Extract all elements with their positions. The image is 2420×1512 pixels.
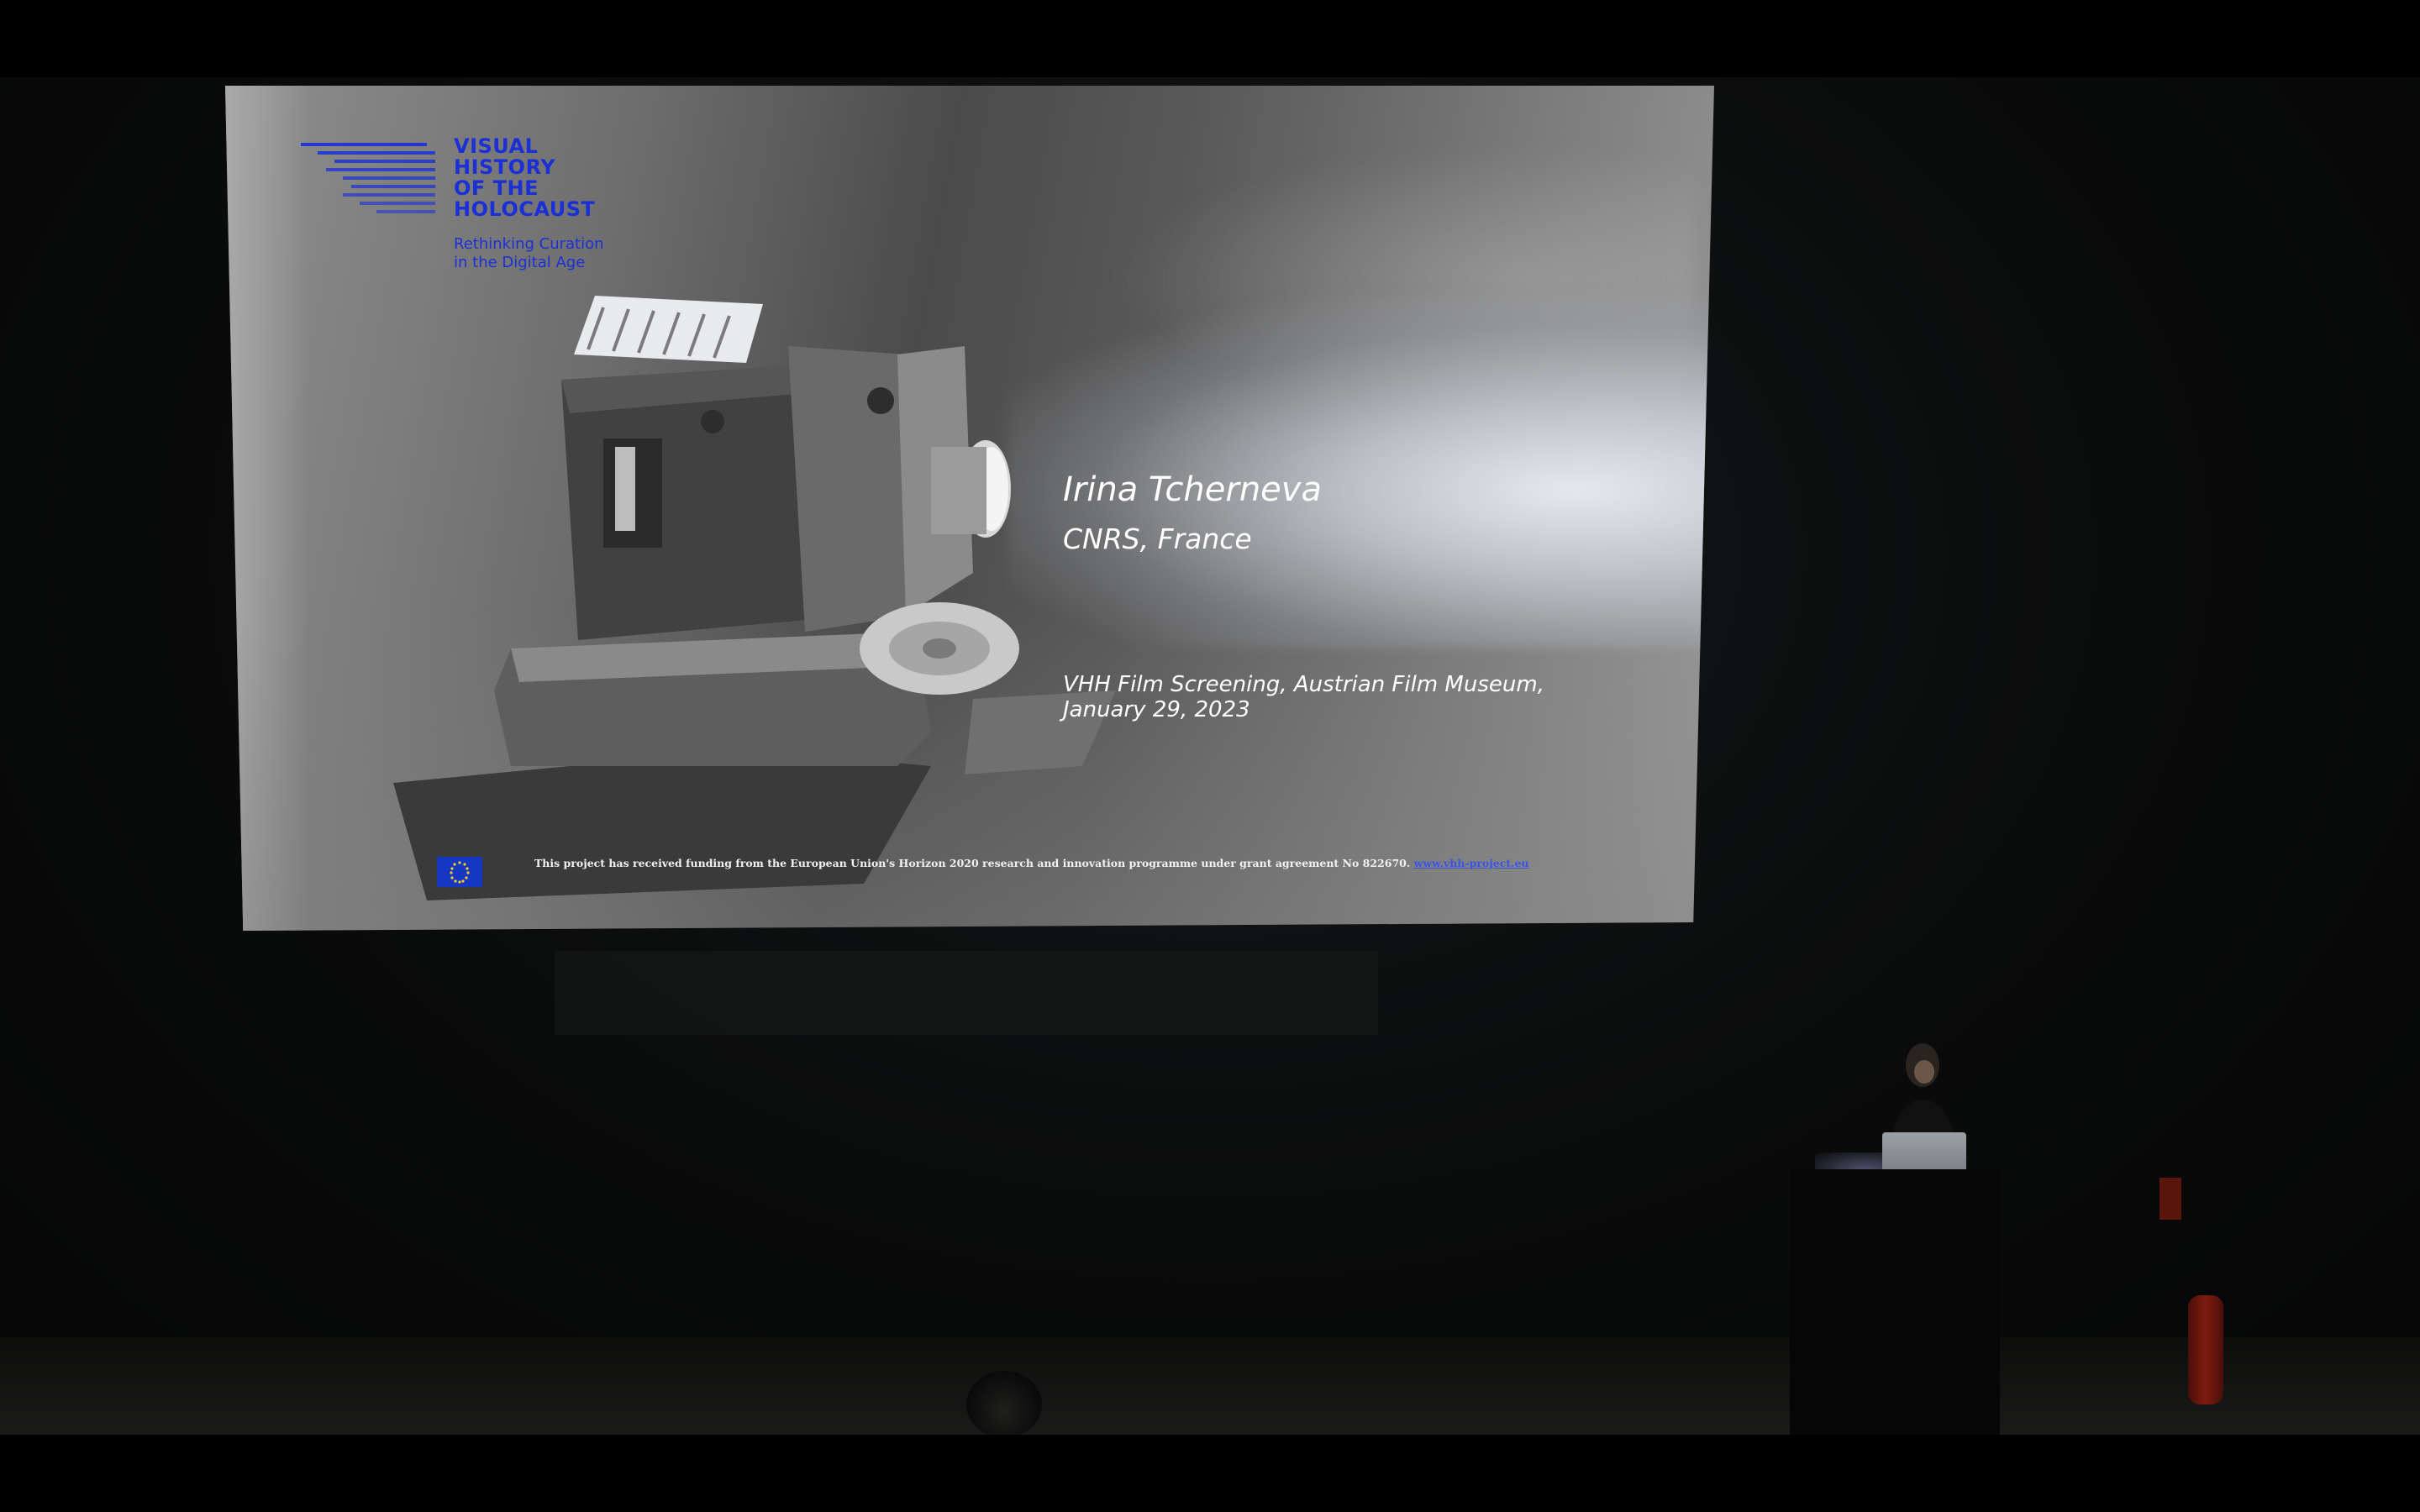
lecture-hall-scene: VISUAL HISTORY OF THE HOLOCAUST Rethinki… (0, 77, 2420, 1435)
funding-statement: This project has received funding from t… (534, 857, 1528, 869)
eu-flag-icon (437, 857, 482, 887)
film-projector-image (393, 296, 1116, 900)
fire-extinguisher-icon (2188, 1295, 2223, 1404)
logo-title-line: OF THE (454, 176, 539, 200)
lectern (1790, 1169, 2000, 1435)
logo-title-line: VISUAL (454, 134, 539, 158)
projection-screen: VISUAL HISTORY OF THE HOLOCAUST Rethinki… (225, 86, 1714, 931)
project-link: www.vhh-project.eu (1413, 857, 1529, 869)
event-line-1: VHH Film Screening, Austrian Film Museum… (1063, 672, 1544, 697)
stage-panel (555, 951, 1378, 1035)
logo-subtitle-line: Rethinking Curation (454, 235, 604, 253)
vhh-logo-pattern-icon (301, 143, 435, 213)
logo-subtitle: Rethinking Curation in the Digital Age (454, 235, 639, 272)
event-date: January 29, 2023 (1063, 697, 1250, 722)
speaker-name: Irina Tcherneva (1063, 470, 1322, 509)
logo-title-line: HISTORY (454, 155, 556, 179)
video-frame: VISUAL HISTORY OF THE HOLOCAUST Rethinki… (0, 0, 2420, 1512)
logo-title: VISUAL HISTORY OF THE HOLOCAUST (454, 136, 639, 220)
speaker-affiliation: CNRS, France (1063, 522, 1252, 555)
logo-title-line: HOLOCAUST (454, 197, 596, 221)
audience-member-head (966, 1371, 1042, 1435)
funding-text: This project has received funding from t… (534, 857, 1411, 869)
wall-sign (2160, 1178, 2181, 1220)
stage-floor (0, 1337, 2420, 1435)
logo-subtitle-line: in the Digital Age (454, 254, 586, 271)
